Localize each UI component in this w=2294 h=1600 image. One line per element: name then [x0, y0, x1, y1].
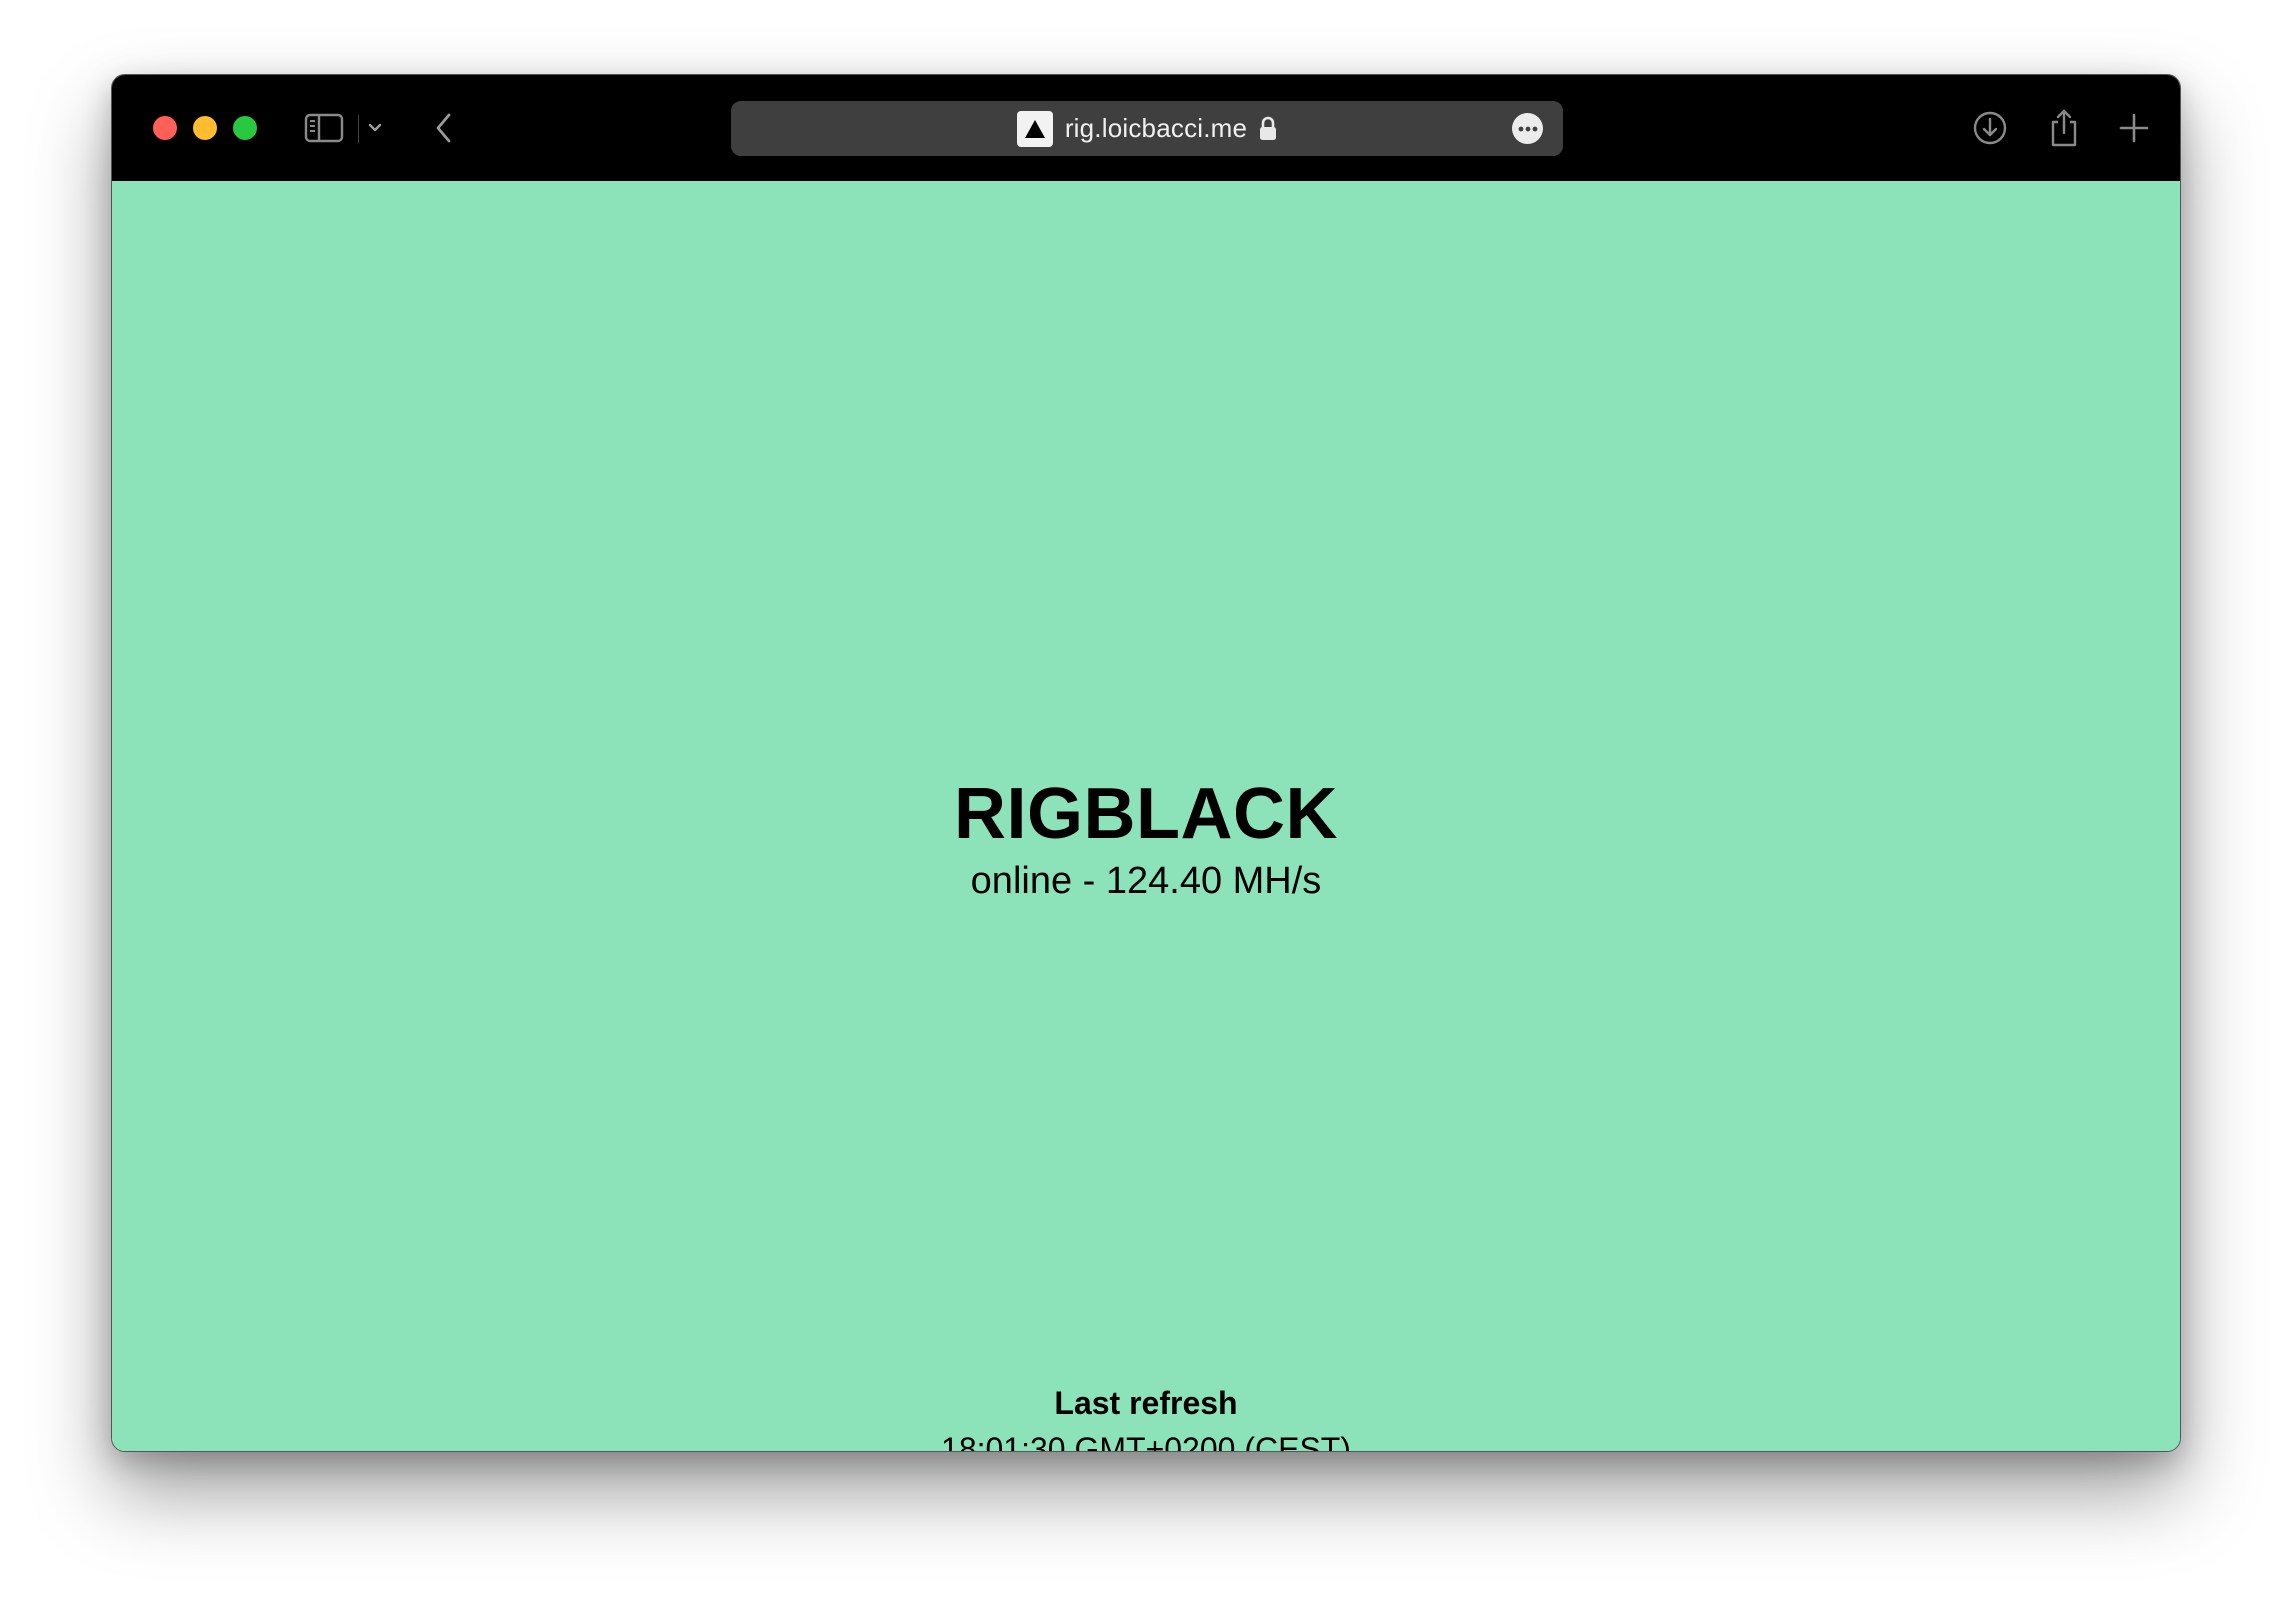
close-window-button[interactable] [153, 116, 177, 140]
sidebar-menu-button[interactable] [362, 75, 388, 181]
plus-icon [2119, 113, 2149, 143]
ellipsis-icon [1518, 126, 1537, 131]
chevron-left-icon [436, 113, 451, 143]
browser-toolbar: rig.loicbacci.me [112, 75, 2180, 181]
rig-status-block: RIGBLACK online - 124.40 MH/s [112, 773, 2180, 905]
downloads-button[interactable] [1968, 75, 2012, 181]
chevron-down-icon [368, 123, 382, 132]
page-menu-button[interactable] [1512, 113, 1543, 144]
sidebar-toggle-button[interactable] [302, 75, 346, 181]
browser-window: rig.loicbacci.me RIGBLACK online - 124.4… [111, 74, 2181, 1452]
sidebar-icon [304, 113, 344, 143]
toolbar-divider [358, 115, 359, 143]
download-icon [1973, 111, 2007, 145]
back-button[interactable] [424, 75, 464, 181]
last-refresh-label: Last refresh [1054, 1385, 1238, 1421]
lock-icon [1259, 116, 1277, 142]
minimize-window-button[interactable] [193, 116, 217, 140]
last-refresh-block: Last refresh 18:01:30 GMT+0200 (CEST) [112, 1381, 2180, 1452]
rig-name: RIGBLACK [954, 774, 1338, 854]
url-text: rig.loicbacci.me [1064, 113, 1248, 143]
page-content: RIGBLACK online - 124.40 MH/s Last refre… [112, 181, 2180, 1451]
share-icon [2051, 109, 2077, 147]
rig-status-text: online - 124.40 MH/s [970, 860, 1322, 902]
new-tab-button[interactable] [2112, 75, 2156, 181]
address-bar[interactable]: rig.loicbacci.me [731, 101, 1563, 156]
last-refresh-time: 18:01:30 GMT+0200 (CEST) [941, 1431, 1351, 1452]
share-button[interactable] [2042, 75, 2086, 181]
triangle-icon [1016, 110, 1053, 147]
zoom-window-button[interactable] [233, 116, 257, 140]
